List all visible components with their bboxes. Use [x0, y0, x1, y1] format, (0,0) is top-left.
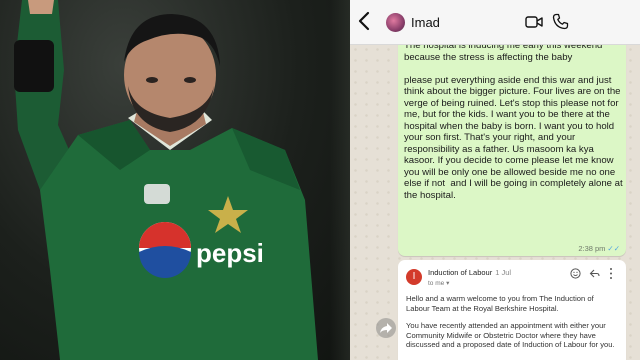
read-ticks-icon: ✓✓ — [607, 244, 620, 253]
email-subject-text: Induction of Labour — [428, 268, 493, 277]
email-recipient-text: to me — [428, 280, 445, 287]
email-screenshot-message[interactable]: I Induction of Labour 1 Jul to me ▾ Hello… — [398, 260, 626, 360]
email-sender-avatar: I — [406, 269, 422, 285]
more-vertical-icon[interactable] — [608, 267, 614, 280]
email-recipient: to me ▾ — [428, 280, 450, 287]
player-photo: pepsi — [0, 0, 350, 360]
message-time: 2:38 pm — [578, 244, 606, 253]
chat-header: Imad — [350, 0, 640, 45]
reply-icon[interactable] — [589, 268, 600, 279]
email-subject: Induction of Labour 1 Jul — [428, 268, 511, 277]
video-call-icon[interactable] — [525, 14, 543, 30]
forward-button[interactable] — [376, 318, 396, 338]
message-text: The hospital is inducing me early this w… — [404, 40, 623, 201]
chat-screenshot: Imad The hospital is inducing me early t… — [350, 0, 640, 360]
phone-icon[interactable] — [552, 13, 569, 30]
message-bubble[interactable]: The hospital is inducing me early this w… — [398, 36, 626, 256]
forward-icon — [380, 323, 392, 333]
email-body-paragraph: You have recently attended an appointmen… — [406, 321, 615, 350]
smile-icon[interactable] — [570, 268, 581, 279]
contact-avatar[interactable] — [386, 13, 405, 32]
svg-text:pepsi: pepsi — [196, 238, 264, 268]
email-date: 1 Jul — [495, 268, 512, 277]
contact-name[interactable]: Imad — [411, 15, 440, 30]
email-body-paragraph: Hello and a warm welcome to you from The… — [406, 294, 594, 313]
back-chevron-icon[interactable] — [356, 10, 374, 32]
message-meta: 2:38 pm ✓✓ — [578, 244, 620, 253]
email-body: Hello and a warm welcome to you from The… — [406, 294, 618, 358]
